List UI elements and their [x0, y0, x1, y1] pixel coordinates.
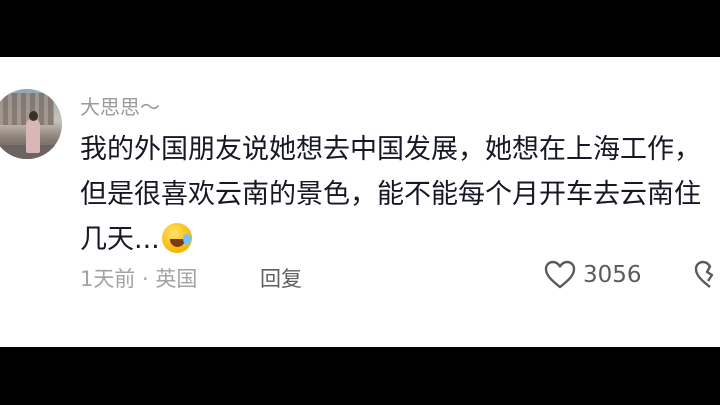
- crying-laughing-emoji-icon: [161, 223, 192, 253]
- like-button[interactable]: 3056: [544, 258, 642, 292]
- comment-meta: 1天前 · 英国: [80, 267, 198, 291]
- username[interactable]: 大思思～: [80, 91, 160, 120]
- video-letterbox-bottom: [0, 347, 720, 405]
- comment-text-block: 我的外国朋友说她想去中国发展，她想在上海工作，但是很喜欢云南的景色，能不能每个月…: [80, 127, 710, 262]
- video-letterbox-top: [0, 0, 720, 57]
- like-count: 3056: [583, 262, 642, 288]
- dislike-button[interactable]: [694, 260, 720, 290]
- reply-button[interactable]: 回复: [260, 263, 302, 293]
- avatar-person-head: [29, 111, 38, 121]
- avatar[interactable]: [0, 89, 62, 159]
- heart-outline-icon: [544, 260, 576, 289]
- avatar-person: [26, 119, 40, 153]
- comment-item: 大思思～ 我的外国朋友说她想去中国发展，她想在上海工作，但是很喜欢云南的景色，能…: [0, 57, 720, 347]
- broken-heart-icon: [694, 260, 714, 288]
